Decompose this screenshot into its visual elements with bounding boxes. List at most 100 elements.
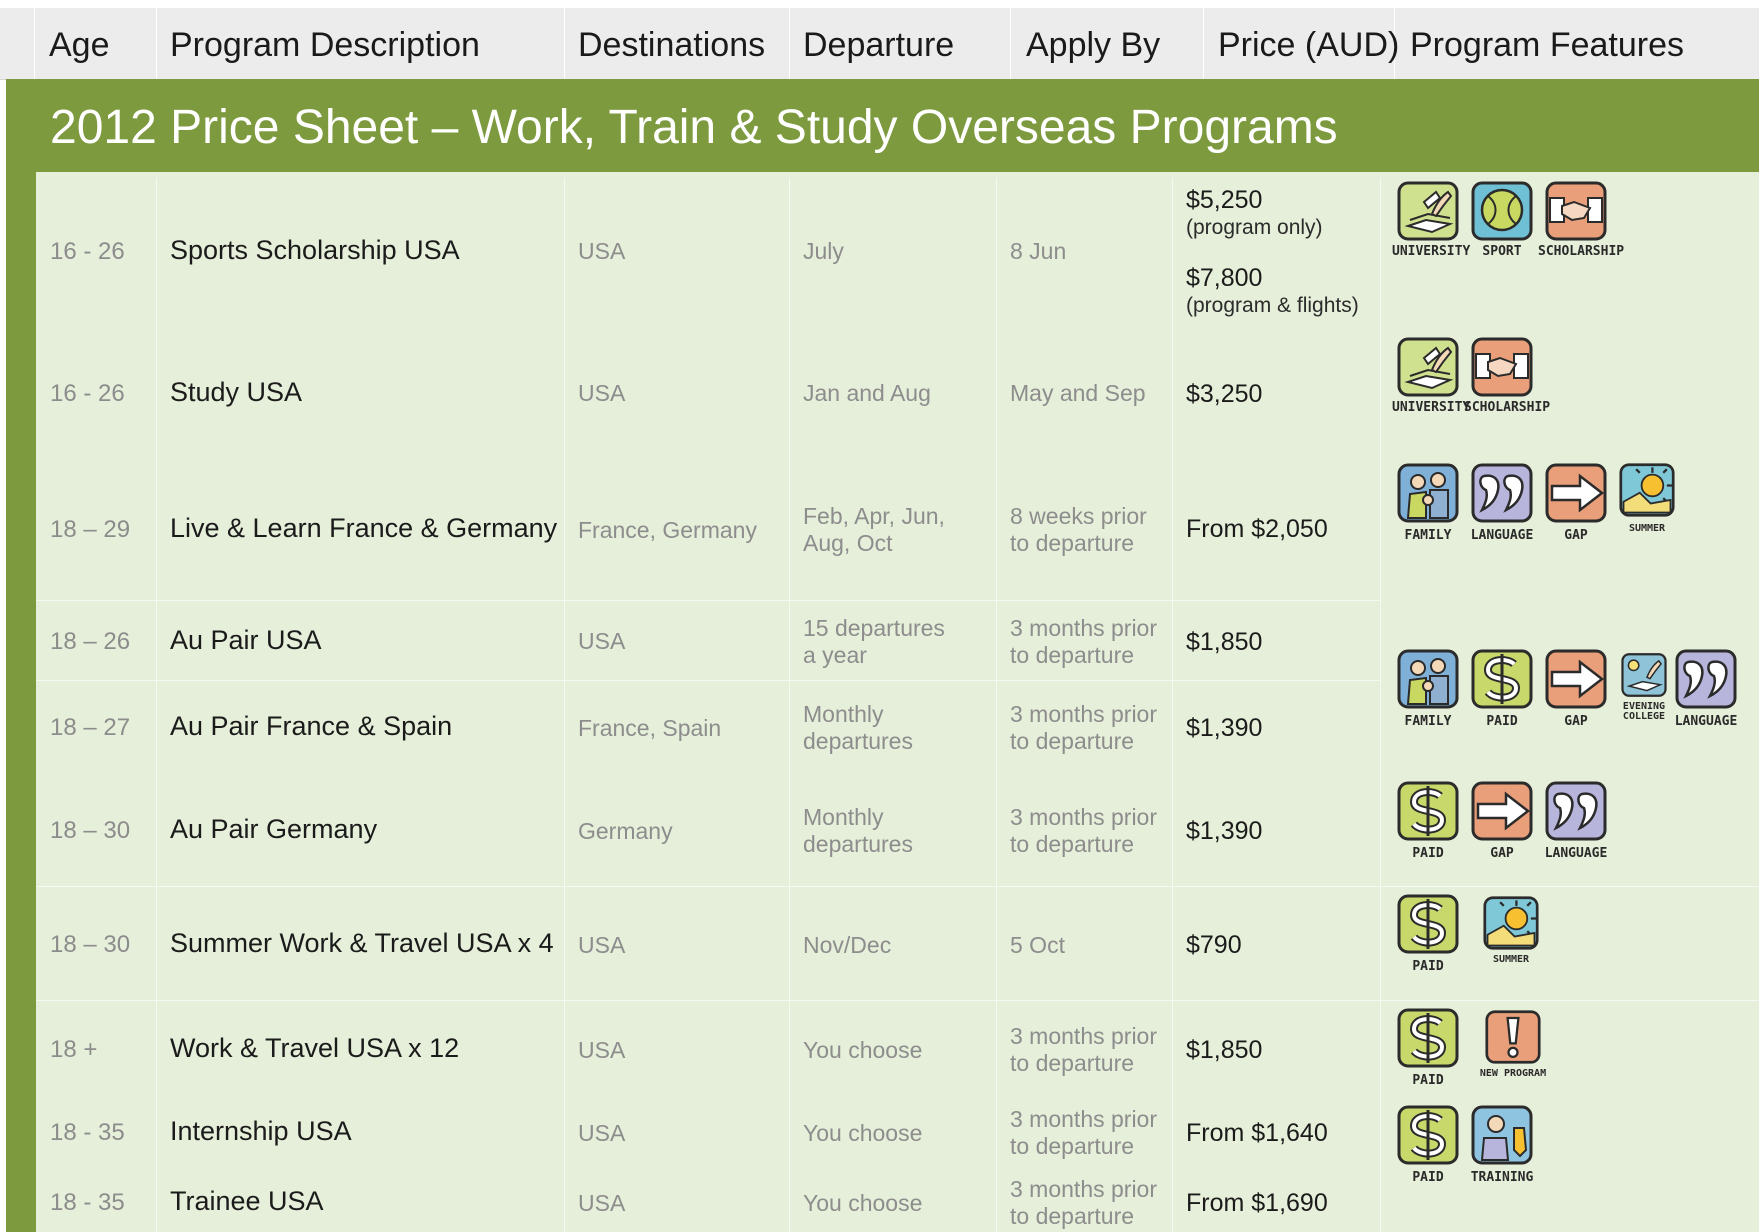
row-program: Study USA xyxy=(170,377,303,407)
family-icon xyxy=(1396,462,1460,524)
row-apply-by: May and Sep xyxy=(1010,380,1146,406)
row-program: Live & Learn France & Germany xyxy=(170,513,558,543)
row-destination: France, Germany xyxy=(578,517,757,543)
feature-label: NEW PROGRAM xyxy=(1479,1068,1547,1079)
row-destination: USA xyxy=(578,238,626,264)
scholarship-icon xyxy=(1470,336,1534,398)
row-apply-by: 8 weeks prior xyxy=(1010,503,1147,529)
row-age: 18 - 35 xyxy=(50,1189,125,1216)
header-program-description: Program Description xyxy=(170,26,480,64)
row-program: Trainee USA xyxy=(170,1186,324,1216)
row-destination: USA xyxy=(578,1037,626,1063)
row-apply-by: to departure xyxy=(1010,728,1135,754)
row-departure: You choose xyxy=(803,1037,923,1063)
header-price: Price (AUD) xyxy=(1218,26,1400,64)
row-apply-by: 3 months prior xyxy=(1010,1176,1158,1202)
feature-label: SCHOLARSHIP xyxy=(1464,400,1551,415)
row-departure: You choose xyxy=(803,1120,923,1146)
feature-label: SUMMER xyxy=(1628,523,1666,534)
row-destination: USA xyxy=(578,1120,626,1146)
row-apply-by: to departure xyxy=(1010,642,1135,668)
feature-label: PAID xyxy=(1412,1073,1444,1088)
header-departure: Departure xyxy=(803,26,955,64)
row-apply-by: 5 Oct xyxy=(1010,932,1065,958)
row-departure: departures xyxy=(803,728,913,754)
training-icon xyxy=(1470,1104,1534,1166)
row-program: Au Pair France & Spain xyxy=(170,711,453,741)
row-departure: a year xyxy=(803,642,867,668)
left-accent-bar xyxy=(6,79,36,1232)
row-destination: USA xyxy=(578,628,626,654)
feature-label: UNIVERSITY xyxy=(1392,244,1471,259)
university-icon xyxy=(1396,336,1460,398)
row-price: $1,850 xyxy=(1186,1036,1263,1064)
row-program: Sports Scholarship USA xyxy=(170,235,460,265)
feature-label: PAID xyxy=(1412,1170,1444,1185)
row-departure: Monthly xyxy=(803,701,884,727)
feature-label: SCHOLARSHIP xyxy=(1538,244,1625,259)
header-age: Age xyxy=(49,26,110,64)
feature-label: UNIVERSITY xyxy=(1392,400,1471,415)
feature-label: GAP xyxy=(1564,528,1588,543)
title-band: 2012 Price Sheet – Work, Train & Study O… xyxy=(36,79,1759,172)
feature-label: FAMILY xyxy=(1404,714,1452,729)
row-age: 18 – 30 xyxy=(50,931,131,958)
gap-icon xyxy=(1470,780,1534,842)
feature-label: LANGUAGE xyxy=(1544,846,1608,861)
row-departure: departures xyxy=(803,831,913,857)
row-departure: Monthly xyxy=(803,804,884,830)
sport-icon xyxy=(1470,180,1534,242)
university-icon xyxy=(1396,180,1460,242)
row-price-note: (program & flights) xyxy=(1186,294,1359,317)
row-price: From $1,690 xyxy=(1186,1189,1328,1217)
feature-label: SPORT xyxy=(1482,244,1522,259)
row-price: From $1,640 xyxy=(1186,1119,1328,1147)
row-departure: You choose xyxy=(803,1190,923,1216)
header-apply-by: Apply By xyxy=(1026,26,1161,64)
row-departure: Nov/Dec xyxy=(803,932,892,958)
row-destination: USA xyxy=(578,380,626,406)
row-age: 18 – 30 xyxy=(50,817,131,844)
row-departure: Feb, Apr, Jun, xyxy=(803,503,945,529)
feature-label: TRAINING xyxy=(1470,1170,1534,1185)
new-program-icon xyxy=(1484,1009,1542,1065)
row-price-note: (program only) xyxy=(1186,216,1323,239)
feature-label: FAMILY xyxy=(1404,528,1452,543)
feature-label: SUMMER xyxy=(1492,954,1530,965)
row-apply-by: to departure xyxy=(1010,1133,1135,1159)
row-departure: Jan and Aug xyxy=(803,380,931,406)
family-icon xyxy=(1396,648,1460,710)
header-destinations: Destinations xyxy=(578,26,766,64)
page-title: 2012 Price Sheet – Work, Train & Study O… xyxy=(50,101,1338,154)
row-apply-by: 3 months prior xyxy=(1010,804,1158,830)
row-program: Internship USA xyxy=(170,1116,352,1146)
header-program-features: Program Features xyxy=(1410,26,1684,64)
language-icon xyxy=(1544,780,1608,842)
row-apply-by: to departure xyxy=(1010,1203,1135,1229)
row-departure: 15 departures xyxy=(803,615,945,641)
feature-label: LANGUAGE xyxy=(1674,714,1738,729)
row-age: 16 - 26 xyxy=(50,238,125,265)
summer-icon xyxy=(1482,895,1540,951)
row-destination: Germany xyxy=(578,818,673,844)
row-age: 16 - 26 xyxy=(50,380,125,407)
paid-icon xyxy=(1470,648,1534,710)
paid-icon xyxy=(1396,780,1460,842)
row-apply-by: 3 months prior xyxy=(1010,615,1158,641)
row-price: $790 xyxy=(1186,931,1242,959)
feature-label: PAID xyxy=(1412,959,1444,974)
table-header: Age Program Description Destinations Dep… xyxy=(0,8,1759,80)
feature-label: GAP xyxy=(1564,714,1588,729)
row-departure: Aug, Oct xyxy=(803,530,893,556)
feature-label: PAID xyxy=(1412,846,1444,861)
row-price: $1,390 xyxy=(1186,714,1263,742)
paid-icon xyxy=(1396,1007,1460,1069)
feature-label: GAP xyxy=(1490,846,1514,861)
row-price: From $2,050 xyxy=(1186,515,1328,543)
gap-icon xyxy=(1544,462,1608,524)
scholarship-icon xyxy=(1544,180,1608,242)
row-price: $1,390 xyxy=(1186,817,1263,845)
row-age: 18 + xyxy=(50,1036,98,1063)
row-age: 18 – 26 xyxy=(50,628,131,655)
feature-label: LANGUAGE xyxy=(1470,528,1534,543)
